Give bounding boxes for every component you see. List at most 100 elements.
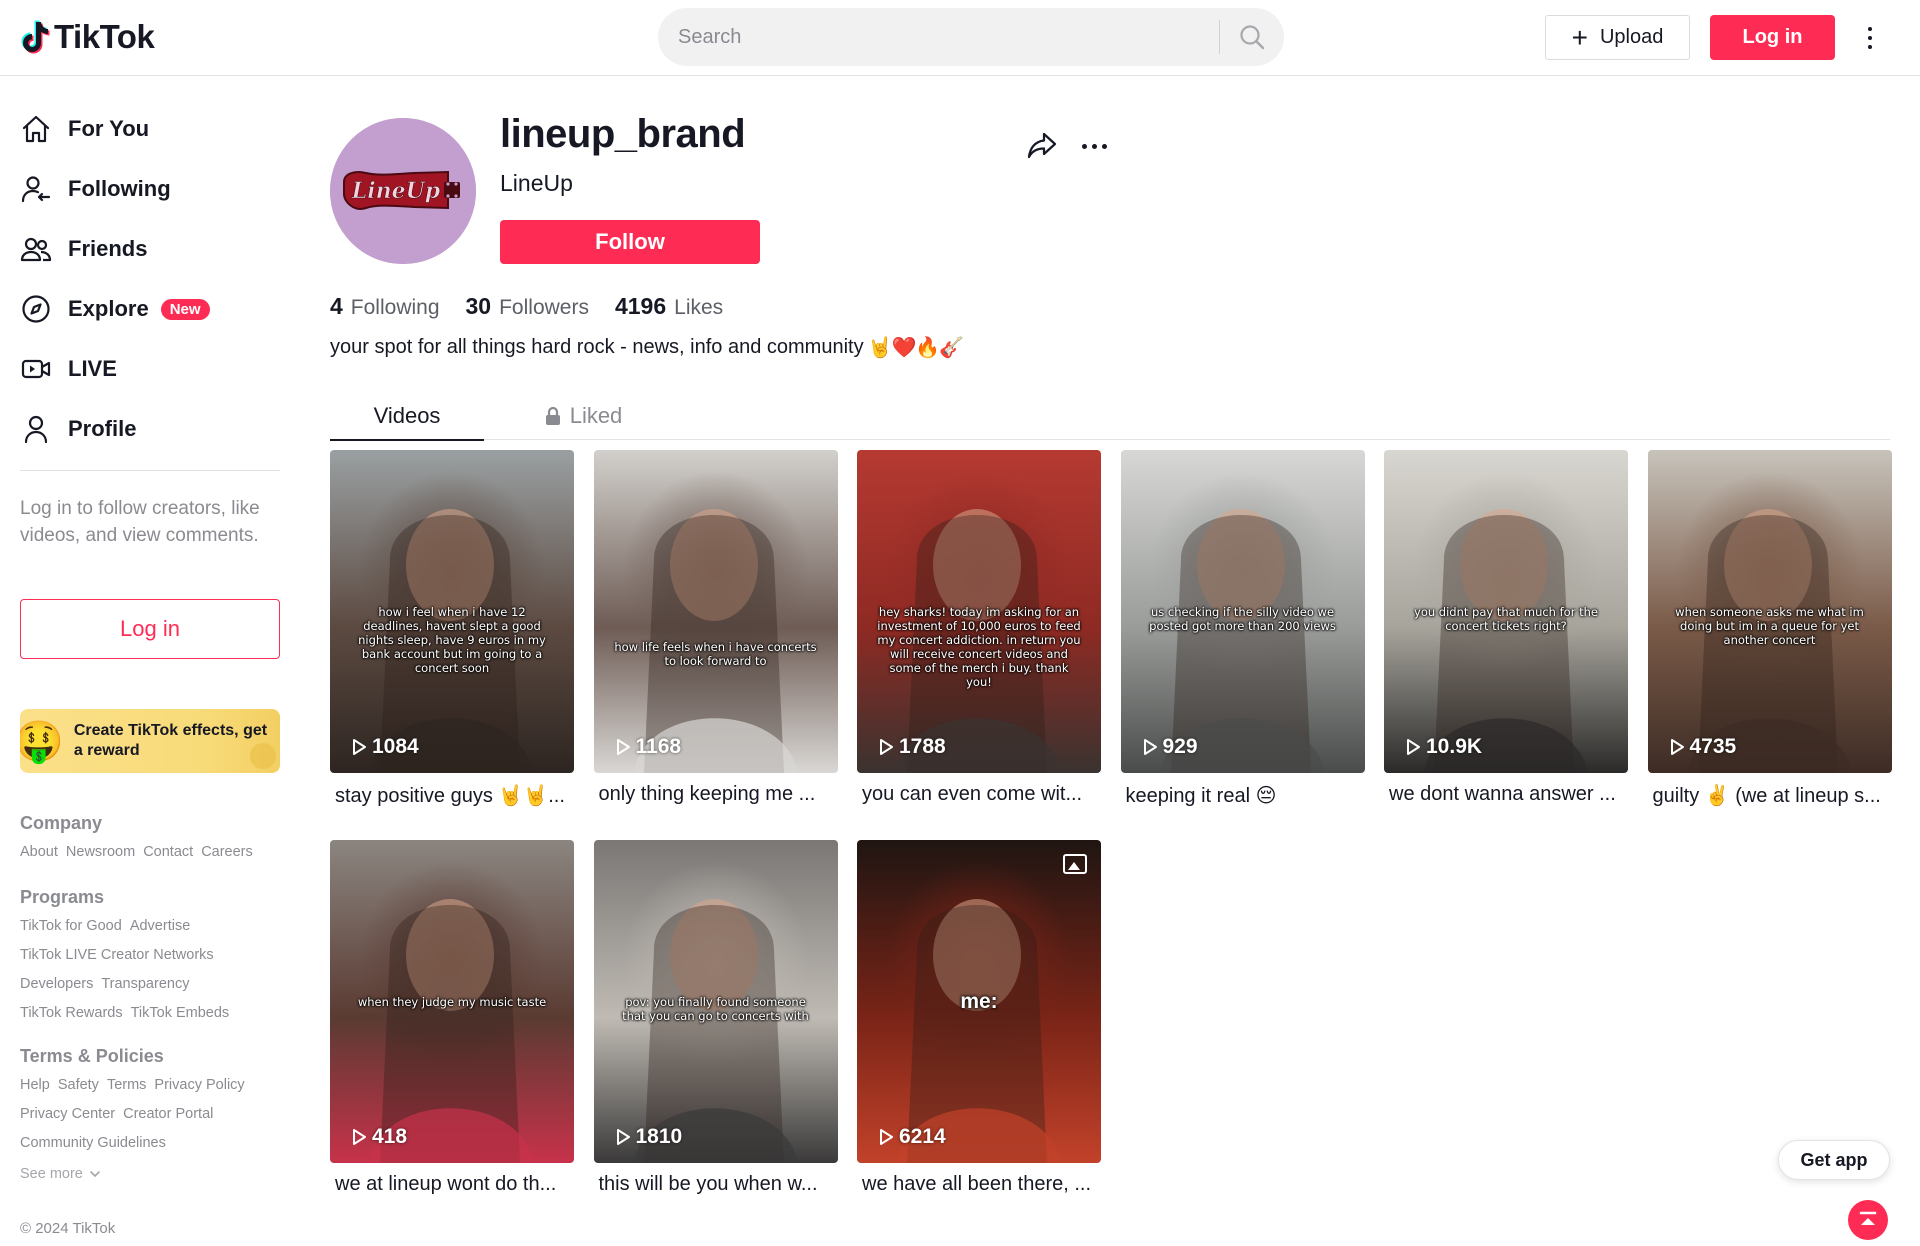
avatar[interactable]: LineUp bbox=[330, 118, 476, 264]
video-description[interactable]: this will be you when w... bbox=[594, 1173, 838, 1196]
copyright: © 2024 TikTok bbox=[20, 1220, 116, 1237]
play-icon bbox=[1407, 739, 1420, 755]
footer-company-links: About Newsroom Contact Careers bbox=[20, 838, 290, 867]
tab-liked[interactable]: Liked bbox=[523, 392, 643, 440]
footer-programs-title: Programs bbox=[20, 887, 105, 907]
video-card[interactable]: us checking if the silly video we posted… bbox=[1120, 450, 1365, 808]
video-thumbnail[interactable]: me: 6214 bbox=[857, 840, 1101, 1163]
search-icon bbox=[1240, 25, 1265, 50]
view-count-text: 6214 bbox=[899, 1125, 946, 1148]
video-caption-overlay: how i feel when i have 12 deadlines, hav… bbox=[358, 605, 546, 675]
stat-following[interactable]: 4 Following bbox=[330, 293, 440, 320]
header-login-button[interactable]: Log in bbox=[1710, 15, 1835, 60]
video-thumbnail[interactable]: how life feels when i have concerts to l… bbox=[593, 450, 838, 773]
video-card[interactable]: hey sharks! today im asking for an inves… bbox=[857, 450, 1101, 806]
video-description[interactable]: stay positive guys 🤘🤘... bbox=[330, 783, 574, 808]
play-icon bbox=[353, 1129, 366, 1145]
video-thumbnail[interactable]: how i feel when i have 12 deadlines, hav… bbox=[330, 450, 574, 773]
footer-link[interactable]: Creator Portal bbox=[123, 1100, 213, 1129]
sidebar-login-button[interactable]: Log in bbox=[20, 599, 280, 659]
video-card[interactable]: pov: you finally found someone that you … bbox=[593, 840, 838, 1196]
play-icon bbox=[616, 1129, 630, 1145]
video-thumbnail[interactable]: you didnt pay that much for the concert … bbox=[1384, 450, 1628, 773]
video-description[interactable]: keeping it real 😔 bbox=[1121, 783, 1365, 808]
video-description[interactable]: you can even come wit... bbox=[857, 783, 1101, 806]
footer-link[interactable]: Careers bbox=[201, 838, 253, 867]
video-description[interactable]: we dont wanna answer ... bbox=[1384, 783, 1628, 806]
video-view-count: 10.9K bbox=[1404, 735, 1482, 759]
video-card[interactable]: how life feels when i have concerts to l… bbox=[593, 450, 838, 806]
footer-link[interactable]: Privacy Center bbox=[20, 1100, 115, 1129]
bio-emojis: 🤘❤️🔥🎸 bbox=[867, 337, 965, 359]
share-icon[interactable] bbox=[1025, 128, 1059, 162]
stat-followers[interactable]: 30 Followers bbox=[466, 293, 589, 320]
play-icon bbox=[616, 739, 630, 755]
footer-link[interactable]: Transparency bbox=[101, 970, 189, 999]
video-card[interactable]: how i feel when i have 12 deadlines, hav… bbox=[330, 450, 574, 808]
footer-link[interactable]: TikTok Rewards bbox=[20, 999, 123, 1028]
tab-liked-label: Liked bbox=[569, 403, 623, 428]
video-description[interactable]: we at lineup wont do th... bbox=[330, 1173, 574, 1196]
effects-banner[interactable]: 🤑 Create TikTok effects, get a reward bbox=[20, 709, 280, 773]
sidebar-item-friends[interactable]: Friends bbox=[20, 224, 147, 274]
sidebar-item-profile[interactable]: Profile bbox=[20, 404, 136, 454]
footer-link[interactable]: Developers bbox=[20, 970, 93, 999]
footer-link[interactable]: Safety bbox=[58, 1071, 99, 1100]
video-card[interactable]: me: 6214 we have all been there, ... bbox=[857, 840, 1101, 1196]
video-thumbnail[interactable]: when they judge my music taste 418 bbox=[330, 840, 574, 1163]
footer-link[interactable]: Help bbox=[20, 1071, 50, 1100]
video-card[interactable]: when someone asks me what im doing but i… bbox=[1647, 450, 1892, 808]
search-button[interactable] bbox=[1220, 8, 1284, 66]
footer-link[interactable]: Terms bbox=[107, 1071, 146, 1100]
more-options-icon[interactable] bbox=[1860, 22, 1880, 54]
footer-link[interactable]: Contact bbox=[143, 838, 193, 867]
sidebar: For You Following Friends Explore New LI… bbox=[0, 77, 300, 1246]
scroll-to-top-button[interactable] bbox=[1848, 1200, 1888, 1240]
footer-link[interactable]: Newsroom bbox=[66, 838, 135, 867]
video-view-count: 6214 bbox=[877, 1125, 946, 1149]
video-thumbnail[interactable]: hey sharks! today im asking for an inves… bbox=[857, 450, 1101, 773]
view-count-text: 929 bbox=[1162, 735, 1198, 758]
video-thumbnail[interactable]: pov: you finally found someone that you … bbox=[593, 840, 838, 1163]
video-description[interactable]: we have all been there, ... bbox=[857, 1173, 1101, 1196]
video-caption-overlay: hey sharks! today im asking for an inves… bbox=[877, 605, 1081, 689]
sidebar-item-label: Friends bbox=[68, 236, 148, 261]
sidebar-item-following[interactable]: Following bbox=[20, 164, 171, 214]
video-description[interactable]: only thing keeping me ... bbox=[594, 783, 838, 806]
view-count-text: 1788 bbox=[899, 735, 946, 758]
video-card[interactable]: when they judge my music taste 418 we at l… bbox=[330, 840, 574, 1196]
footer-link[interactable]: Advertise bbox=[130, 912, 190, 941]
upload-button[interactable]: + Upload bbox=[1545, 15, 1690, 60]
footer-link[interactable]: Community Guidelines bbox=[20, 1129, 166, 1158]
tiktok-logo[interactable]: TikTok bbox=[20, 18, 155, 56]
see-more-link[interactable]: See more bbox=[20, 1166, 101, 1182]
video-thumbnail[interactable]: us checking if the silly video we posted… bbox=[1120, 450, 1365, 773]
get-app-button[interactable]: Get app bbox=[1778, 1140, 1890, 1180]
search-bar bbox=[658, 8, 1284, 66]
play-icon bbox=[353, 739, 366, 755]
stat-label: Followers bbox=[499, 296, 589, 319]
view-count-text: 1810 bbox=[635, 1125, 683, 1148]
video-card[interactable]: you didnt pay that much for the concert … bbox=[1384, 450, 1628, 806]
sidebar-item-live[interactable]: LIVE bbox=[20, 344, 117, 394]
footer-link[interactable]: TikTok Embeds bbox=[131, 999, 230, 1028]
footer-link[interactable]: Privacy Policy bbox=[154, 1071, 244, 1100]
sidebar-item-label: LIVE bbox=[68, 356, 117, 381]
lock-icon bbox=[545, 406, 560, 425]
video-thumbnail[interactable]: when someone asks me what im doing but i… bbox=[1647, 450, 1892, 773]
footer-programs-links: TikTok for Good Advertise TikTok LIVE Cr… bbox=[20, 912, 290, 1028]
footer-link[interactable]: About bbox=[20, 838, 58, 867]
sidebar-item-for-you[interactable]: For You bbox=[20, 104, 149, 154]
tab-videos[interactable]: Videos bbox=[330, 392, 484, 441]
sidebar-item-explore[interactable]: Explore New bbox=[20, 284, 210, 334]
video-description[interactable]: guilty ✌️ (we at lineup s... bbox=[1648, 783, 1892, 808]
view-count-text: 418 bbox=[372, 1125, 408, 1148]
footer-link[interactable]: TikTok LIVE Creator Networks bbox=[20, 941, 214, 970]
profile-icon bbox=[24, 415, 48, 444]
view-count-text: 1168 bbox=[635, 735, 682, 758]
footer-link[interactable]: TikTok for Good bbox=[20, 912, 122, 941]
search-input[interactable] bbox=[658, 8, 1219, 66]
follow-button[interactable]: Follow bbox=[500, 220, 760, 264]
profile-more-icon[interactable] bbox=[1078, 140, 1111, 153]
stat-label: Likes bbox=[674, 296, 724, 319]
